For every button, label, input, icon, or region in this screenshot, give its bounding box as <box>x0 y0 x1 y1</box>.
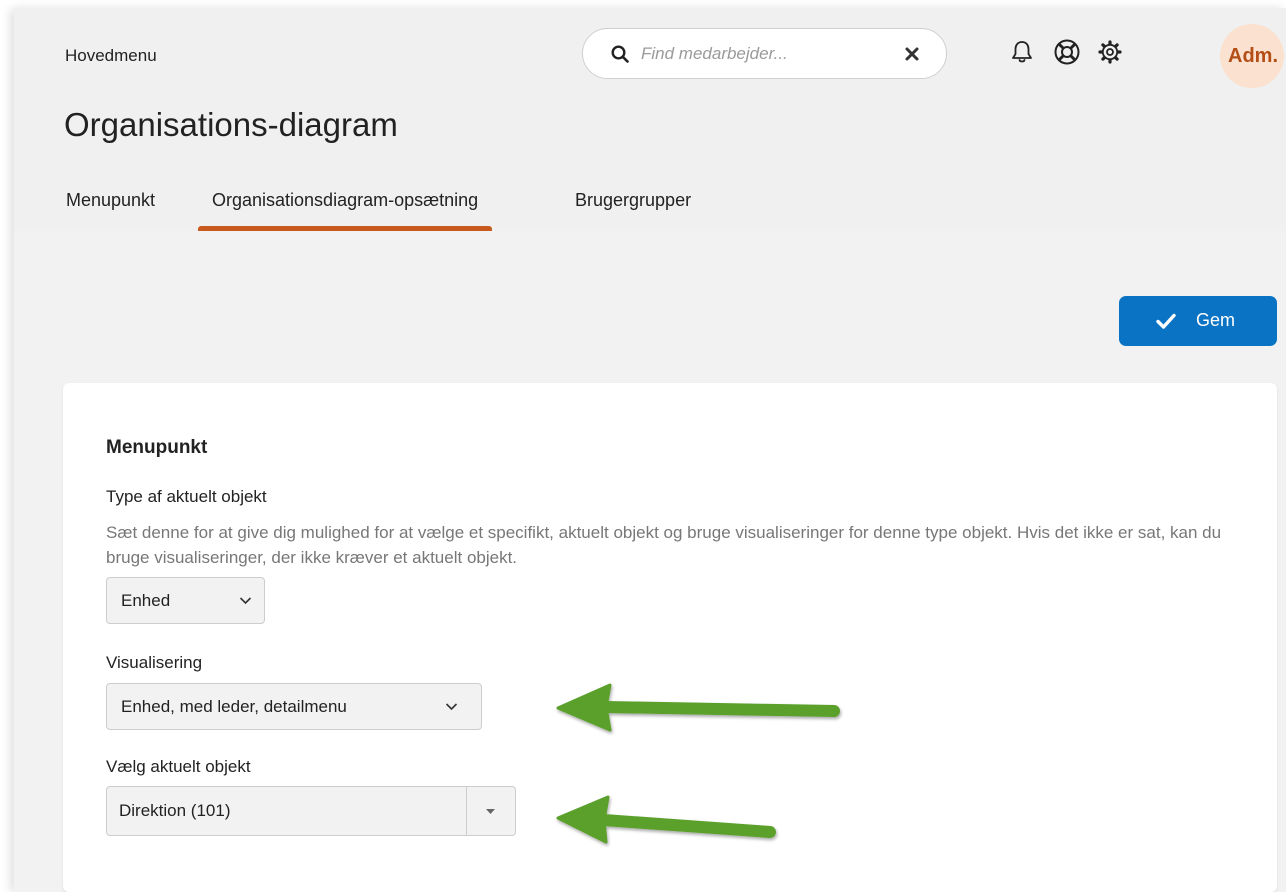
chevron-down-icon <box>239 597 252 605</box>
app-shell: Hovedmenu Find medarbejder... Adm. Organ… <box>14 8 1286 892</box>
current-object-select[interactable]: Direktion (101) <box>106 786 516 836</box>
chevron-down-icon <box>445 703 458 711</box>
section-title: Menupunkt <box>106 437 208 458</box>
object-type-label: Type af aktuelt objekt <box>106 487 267 506</box>
gear-icon[interactable] <box>1097 39 1123 65</box>
tab-bar: Menupunkt Organisationsdiagram-opsætning… <box>14 186 1286 231</box>
main-menu-link[interactable]: Hovedmenu <box>65 46 157 66</box>
tab-label: Menupunkt <box>66 190 156 210</box>
search-input[interactable] <box>641 39 881 69</box>
current-object-label: Vælg aktuelt objekt <box>106 757 251 776</box>
check-icon <box>1156 313 1176 329</box>
tab-label: Organisationsdiagram-opsætning <box>212 190 479 210</box>
tab-organisationsdiagram-opsaetning[interactable]: Organisationsdiagram-opsætning <box>198 186 493 231</box>
page-title: Organisations-diagram <box>64 106 398 143</box>
top-bar: Hovedmenu Find medarbejder... Adm. Organ… <box>14 8 1286 231</box>
save-button-label: Gem <box>1196 310 1236 330</box>
object-type-help: Sæt denne for at give dig mulighed for a… <box>106 523 1222 567</box>
object-type-select[interactable]: Enhed <box>106 577 265 624</box>
help-icon[interactable] <box>1053 38 1081 66</box>
bell-icon[interactable] <box>1009 39 1035 65</box>
visualization-select[interactable]: Enhed, med leder, detailmenu <box>106 683 482 730</box>
tab-menupunkt[interactable]: Menupunkt <box>66 186 155 231</box>
caret-down-icon <box>486 809 495 814</box>
current-object-value: Direktion (101) <box>119 801 231 820</box>
annotation-arrow-left-icon <box>556 683 840 732</box>
save-button[interactable]: Gem <box>1119 296 1277 346</box>
search-box[interactable] <box>582 28 947 79</box>
tab-brugergrupper[interactable]: Brugergrupper <box>575 186 691 231</box>
object-type-value: Enhed <box>121 591 171 610</box>
avatar[interactable]: Adm. <box>1220 24 1284 88</box>
tab-label: Brugergrupper <box>575 190 692 210</box>
combo-divider <box>466 787 467 835</box>
annotation-arrow-left-icon <box>556 795 776 844</box>
visualization-value: Enhed, med leder, detailmenu <box>121 697 347 716</box>
search-icon <box>611 45 629 63</box>
visualization-label: Visualisering <box>106 653 203 672</box>
clear-icon[interactable] <box>904 46 920 62</box>
